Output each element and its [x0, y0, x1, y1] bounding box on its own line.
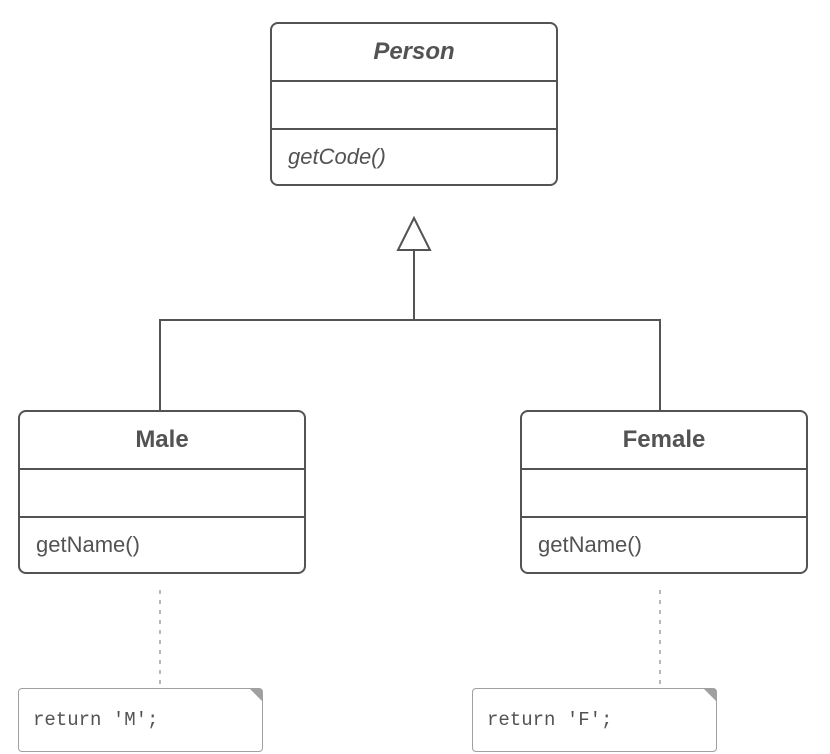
class-person: Person getCode() — [270, 22, 558, 186]
note-text: return 'M'; — [33, 709, 158, 731]
class-methods-person: getCode() — [272, 128, 556, 184]
inheritance-arrowhead-icon — [398, 218, 430, 250]
class-methods-female: getName() — [522, 516, 806, 572]
inheritance-connector-female — [414, 320, 660, 410]
class-methods-male: getName() — [20, 516, 304, 572]
class-title-female: Female — [522, 412, 806, 468]
note-text: return 'F'; — [487, 709, 612, 731]
class-attributes-female — [522, 468, 806, 516]
method: getName() — [538, 532, 642, 557]
inheritance-connector-male — [160, 250, 414, 410]
uml-class-diagram: Person getCode() Male getName() Female g… — [0, 0, 830, 754]
class-female: Female getName() — [520, 410, 808, 574]
class-male: Male getName() — [18, 410, 306, 574]
class-attributes-male — [20, 468, 304, 516]
class-title-male: Male — [20, 412, 304, 468]
note-male: return 'M'; — [18, 688, 263, 752]
note-female: return 'F'; — [472, 688, 717, 752]
method: getName() — [36, 532, 140, 557]
method: getCode() — [288, 144, 386, 169]
class-title-person: Person — [272, 24, 556, 80]
class-attributes-person — [272, 80, 556, 128]
